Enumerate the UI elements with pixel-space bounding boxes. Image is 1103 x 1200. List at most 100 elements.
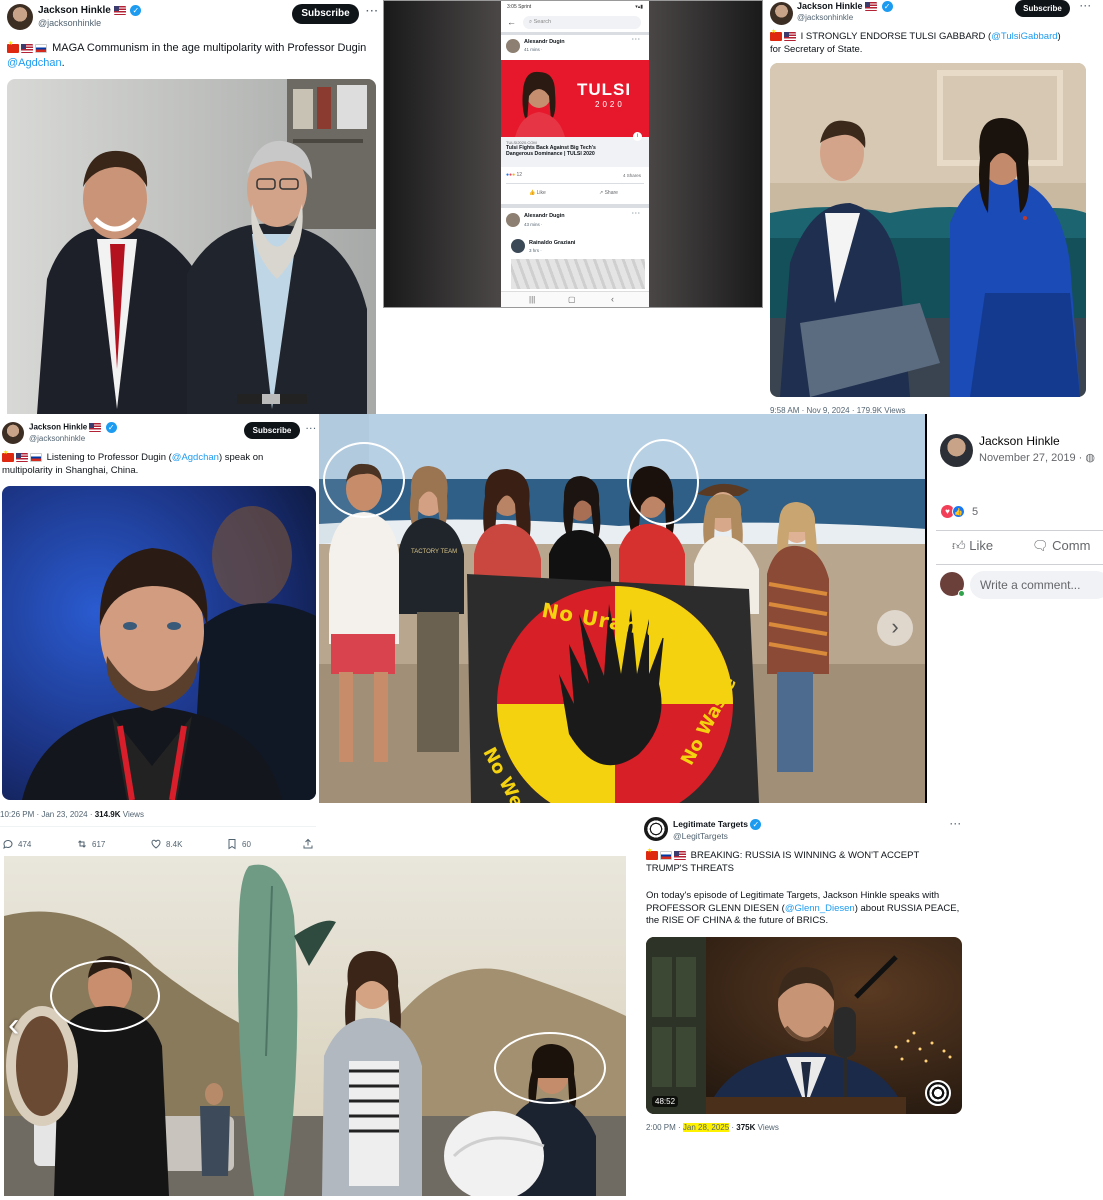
tweet-text: I STRONGLY ENDORSE TULSI GABBARD (@Tulsi… (770, 29, 1070, 56)
mention-link[interactable]: @Agdchan (7, 57, 62, 69)
mention-link[interactable]: @Agdchan (172, 452, 219, 463)
tweet-text: Listening to Professor Dugin (@Agdchan) … (2, 450, 302, 477)
us-flag-icon (21, 43, 33, 53)
author-handle[interactable]: @jacksonhinkle (29, 434, 85, 443)
repost-icon (78, 840, 86, 848)
author-handle[interactable]: @LegitTargets (673, 831, 728, 841)
china-flag-icon (646, 848, 658, 860)
post-time: 41 mins · (524, 47, 543, 52)
author-name[interactable]: Jackson Hinkle (797, 1, 863, 11)
tweet-photo-hinkle-gabbard[interactable] (770, 63, 1086, 397)
like-button[interactable]: 👍 Like (529, 190, 546, 196)
reactions[interactable]: ♥ 👍 5 (941, 505, 978, 518)
avatar[interactable] (7, 4, 33, 30)
shares-count[interactable]: 4 Shares (623, 173, 641, 178)
author-handle[interactable]: @jacksonhinkle (38, 18, 101, 28)
link-title: Tulsi Fights Back Against Big Tech's Dan… (506, 145, 596, 158)
tweet-tulsi-endorse-card: Jackson Hinkle ✓ @jacksonhinkle Subscrib… (763, 0, 1103, 414)
subscribe-button[interactable]: Subscribe (292, 4, 359, 24)
search-input[interactable]: ⌕ Search (523, 16, 641, 29)
author-name[interactable]: Jackson Hinkle (979, 434, 1060, 448)
post-date: November 27, 2019 · ◍ (979, 452, 1095, 464)
post-author[interactable]: Alexandr Dugin (524, 213, 565, 219)
reactions[interactable]: ●●● 12 (506, 172, 522, 178)
previous-photo-button[interactable]: ‹ (8, 1006, 19, 1045)
subscribe-button[interactable]: Subscribe (244, 422, 300, 439)
search-icon: ⌕ (529, 19, 533, 25)
back-icon[interactable]: ‹ (611, 294, 614, 304)
more-options-icon[interactable]: ··· (1080, 1, 1092, 11)
share-icon: ↗ (599, 190, 604, 196)
info-icon[interactable]: i (633, 132, 642, 141)
more-options-icon[interactable]: ··· (632, 211, 641, 217)
us-flag-icon (89, 423, 102, 432)
ad-image-tulsi[interactable]: TULSI 2020 (501, 60, 649, 137)
russia-flag-icon (35, 43, 47, 53)
avatar[interactable] (511, 239, 525, 253)
logo-avatar[interactable] (644, 817, 668, 841)
android-nav-bar: ||| ▢ ‹ (501, 291, 649, 307)
avatar[interactable] (506, 39, 520, 53)
author-handle[interactable]: @jacksonhinkle (797, 13, 853, 22)
avatar[interactable] (2, 422, 24, 444)
back-arrow-icon[interactable]: ← (507, 17, 516, 27)
tweet-legitimate-targets-card: Legitimate Targets ✓ @LegitTargets ··· B… (640, 812, 970, 1142)
like-button[interactable]: 8.4K (150, 838, 182, 850)
share-button[interactable] (302, 838, 314, 850)
share-icon (303, 838, 313, 849)
recents-icon[interactable]: ||| (529, 295, 535, 304)
phone-screen: 3:05 Sprint ▾▴▮ ← ⌕ Search Alexandr Dugi… (501, 1, 649, 307)
us-flag-icon (865, 2, 878, 12)
verified-badge-icon: ✓ (881, 1, 893, 13)
tweet-photo-hinkle-dugin[interactable] (7, 79, 376, 414)
link-preview[interactable]: TULSI2020.COM Tulsi Fights Back Against … (501, 137, 649, 167)
surf-photo[interactable]: ‹ (4, 856, 626, 1196)
comment-input[interactable]: Write a comment... (970, 571, 1103, 599)
like-reaction-icon: 👍 (952, 505, 965, 518)
tweet-photo-shanghai[interactable] (2, 486, 316, 800)
bookmark-button[interactable]: 60 (226, 838, 251, 850)
more-options-icon[interactable]: ··· (950, 819, 962, 829)
reply-button[interactable]: 474 (2, 838, 31, 850)
tweet-dugin-card: Jackson Hinkle ✓ @jacksonhinkle Subscrib… (0, 0, 382, 414)
tweet-shanghai-card: Jackson Hinkle ✓ @jacksonhinkle Subscrib… (0, 414, 320, 854)
next-photo-button[interactable]: › (877, 610, 913, 646)
post-author[interactable]: Alexandr Dugin (524, 39, 565, 45)
russia-flag-icon (660, 850, 672, 860)
avatar[interactable] (940, 434, 973, 467)
author-name[interactable]: Legitimate Targets (673, 819, 748, 829)
more-options-icon[interactable]: ··· (366, 6, 379, 17)
like-button[interactable]: 👍︎ Like (952, 538, 993, 554)
more-options-icon[interactable]: ··· (306, 424, 317, 433)
author-name[interactable]: Jackson Hinkle (29, 423, 87, 432)
us-flag-icon (113, 6, 126, 15)
comment-button[interactable]: 🗨︎ Comm (1032, 538, 1090, 554)
commenter-name[interactable]: Rainaldo Graziani (529, 240, 575, 246)
beach-group-photo[interactable]: No Uranium No Weapons No Waste TACTORY T… (319, 414, 927, 803)
public-globe-icon: ◍ (1085, 452, 1095, 464)
mention-link[interactable]: @Glenn_Diesen (785, 903, 855, 914)
mention-link[interactable]: @TulsiGabbard (991, 31, 1057, 42)
avatar[interactable] (770, 2, 793, 25)
hand-drawn-circle (50, 960, 160, 1032)
ad-year: 2020 (595, 100, 625, 109)
bookmark-icon (228, 839, 236, 850)
subscribe-button[interactable]: Subscribe (1015, 0, 1070, 17)
more-options-icon[interactable]: ··· (632, 37, 641, 43)
repost-button[interactable]: 617 (76, 838, 105, 850)
verified-badge-icon: ✓ (130, 5, 142, 16)
reply-icon (3, 839, 13, 849)
share-button[interactable]: ↗ Share (599, 190, 618, 196)
comment-image-preview[interactable] (511, 259, 645, 289)
tweet-headline: BREAKING: RUSSIA IS WINNING & WON'T ACCE… (646, 848, 960, 875)
author-name[interactable]: Jackson Hinkle (38, 5, 111, 16)
video-duration: 48:52 (652, 1096, 679, 1107)
post-time: 43 mins · (524, 222, 543, 227)
china-flag-icon (7, 41, 19, 53)
verified-badge-icon: ✓ (105, 422, 117, 433)
like-icon: 👍︎ (952, 538, 966, 553)
status-bar: 3:05 Sprint (507, 4, 532, 10)
home-icon[interactable]: ▢ (568, 295, 576, 304)
video-player[interactable] (646, 937, 962, 1114)
avatar[interactable] (506, 213, 520, 227)
